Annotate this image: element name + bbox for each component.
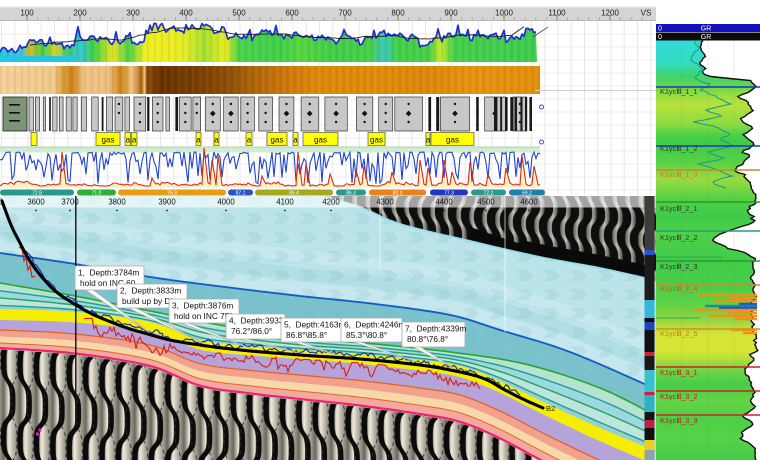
svg-text:K1ycⅢ_3_3: K1ycⅢ_3_3 — [660, 416, 698, 425]
svg-text:a: a — [426, 136, 431, 145]
svg-text:400: 400 — [179, 9, 193, 18]
svg-text:85.3°\80.8°: 85.3°\80.8° — [346, 330, 387, 340]
svg-text:87.1: 87.1 — [236, 191, 246, 197]
svg-text:0: 0 — [658, 34, 662, 41]
svg-text:0: 0 — [658, 26, 662, 33]
svg-text:a: a — [214, 136, 219, 145]
svg-text:1, Depth:3784m: 1, Depth:3784m — [78, 268, 139, 278]
svg-text:72.2: 72.2 — [484, 191, 494, 197]
svg-text:GR: GR — [701, 34, 712, 41]
svg-text:4300: 4300 — [376, 198, 394, 207]
svg-text:6, Depth:4246m: 6, Depth:4246m — [344, 320, 405, 330]
svg-text:7, Depth:4339m: 7, Depth:4339m — [405, 324, 466, 334]
svg-text:500: 500 — [232, 9, 246, 18]
svg-text:VS: VS — [641, 9, 652, 18]
svg-text:a: a — [247, 136, 252, 145]
svg-text:a: a — [293, 136, 298, 145]
svg-text:80.8°\76.8°: 80.8°\76.8° — [407, 334, 448, 344]
svg-text:71.0: 71.0 — [92, 191, 102, 197]
svg-text:4400: 4400 — [435, 198, 453, 207]
svg-text:80.3: 80.3 — [393, 191, 403, 197]
svg-text:300: 300 — [126, 9, 140, 18]
svg-text:1000: 1000 — [495, 9, 513, 18]
svg-text:3900: 3900 — [158, 198, 176, 207]
svg-text:800: 800 — [391, 9, 405, 18]
svg-text:86.8°\85.8°: 86.8°\85.8° — [286, 330, 327, 340]
svg-text:72.8: 72.8 — [32, 191, 42, 197]
svg-text:100: 100 — [20, 9, 34, 18]
svg-text:K1ycⅢ_2_1: K1ycⅢ_2_1 — [660, 204, 698, 213]
svg-text:4100: 4100 — [276, 198, 294, 207]
svg-text:GR: GR — [701, 26, 712, 33]
svg-text:gas: gas — [314, 136, 327, 145]
svg-text:gas: gas — [446, 136, 459, 145]
svg-text:4, Depth:3933: 4, Depth:3933 — [229, 316, 284, 326]
svg-text:B2: B2 — [546, 404, 555, 413]
svg-text:K1ycⅢ_3_1: K1ycⅢ_3_1 — [660, 368, 698, 377]
svg-text:75.9: 75.9 — [167, 191, 177, 197]
svg-text:3600: 3600 — [27, 198, 45, 207]
svg-text:4200: 4200 — [322, 198, 340, 207]
svg-text:69.2: 69.2 — [522, 191, 532, 197]
svg-text:K1ycⅢ_2_4: K1ycⅢ_2_4 — [660, 284, 698, 293]
svg-text:900: 900 — [444, 9, 458, 18]
svg-text:gas: gas — [102, 136, 115, 145]
svg-text:K1ycⅢ_1_3: K1ycⅢ_1_3 — [660, 170, 698, 179]
svg-text:700: 700 — [338, 9, 352, 18]
svg-text:a: a — [196, 136, 201, 145]
svg-text:K1ycⅢ_1_1: K1ycⅢ_1_1 — [660, 87, 698, 96]
svg-text:build up by DL: build up by DL — [122, 296, 175, 306]
svg-text:K1ycⅢ_3_2: K1ycⅢ_3_2 — [660, 392, 698, 401]
svg-text:K1ycⅢ_1_2: K1ycⅢ_1_2 — [660, 144, 698, 153]
svg-text:200: 200 — [73, 9, 87, 18]
svg-text:85.4: 85.4 — [289, 191, 299, 197]
svg-text:600: 600 — [285, 9, 299, 18]
svg-text:76.2°/86.0°: 76.2°/86.0° — [231, 326, 272, 336]
svg-text:1100: 1100 — [548, 9, 566, 18]
svg-text:86.3: 86.3 — [346, 191, 356, 197]
svg-text:4600: 4600 — [520, 198, 538, 207]
svg-text:gas: gas — [271, 136, 284, 145]
svg-text:K1ycⅢ_2_3: K1ycⅢ_2_3 — [660, 262, 698, 271]
svg-text:gas: gas — [370, 136, 383, 145]
svg-text:5, Depth:4163m: 5, Depth:4163m — [284, 320, 345, 330]
svg-text:3, Depth:3876m: 3, Depth:3876m — [172, 301, 233, 311]
svg-text:4500: 4500 — [477, 198, 495, 207]
svg-text:K1ycⅢ_2_5: K1ycⅢ_2_5 — [660, 329, 698, 338]
svg-text:4000: 4000 — [217, 198, 235, 207]
svg-text:2, Depth:3833m: 2, Depth:3833m — [120, 286, 181, 296]
svg-text:1200: 1200 — [601, 9, 619, 18]
svg-text:3700: 3700 — [61, 198, 79, 207]
svg-text:a: a — [126, 136, 131, 145]
svg-text:K1ycⅢ_2_2: K1ycⅢ_2_2 — [660, 233, 698, 242]
svg-text:a: a — [132, 136, 137, 145]
svg-text:77.3: 77.3 — [444, 191, 454, 197]
svg-text:hold on INC 75°: hold on INC 75° — [174, 311, 233, 321]
svg-text:3800: 3800 — [108, 198, 126, 207]
